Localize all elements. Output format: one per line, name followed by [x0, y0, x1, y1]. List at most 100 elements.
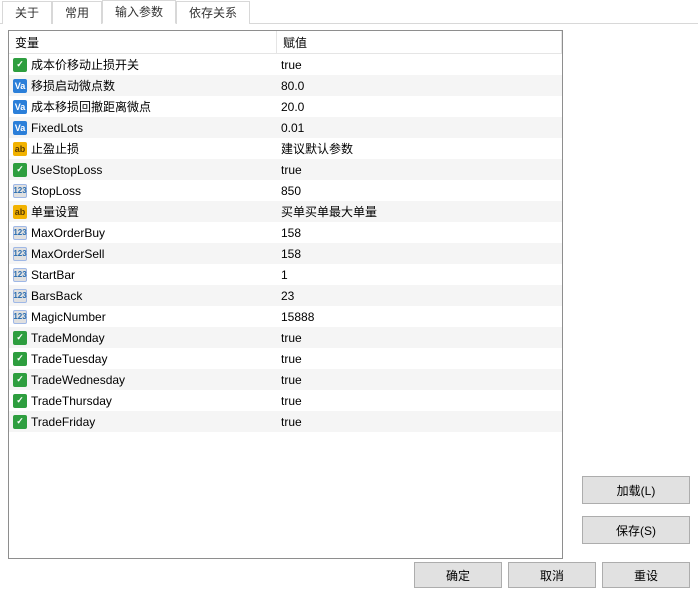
param-value-label: 15888: [281, 310, 314, 324]
table-row[interactable]: ✓TradeFriday true: [9, 411, 562, 432]
param-name-label: StartBar: [31, 268, 75, 282]
param-value-cell[interactable]: 0.01: [277, 117, 562, 138]
param-name-cell: ✓TradeWednesday: [9, 369, 277, 390]
tab-about[interactable]: 关于: [2, 1, 52, 24]
table-row[interactable]: 123MagicNumber15888: [9, 306, 562, 327]
param-value-cell[interactable]: 1: [277, 264, 562, 285]
reset-button[interactable]: 重设: [602, 562, 690, 588]
table-row[interactable]: ✓TradeMondaytrue: [9, 327, 562, 348]
param-name-label: UseStopLoss: [31, 163, 102, 177]
int-type-icon: 123: [13, 226, 27, 240]
param-value-cell[interactable]: 23: [277, 285, 562, 306]
table-row[interactable]: Va 移损启动微点数 80.0: [9, 75, 562, 96]
param-name-cell: ✓ UseStopLoss: [9, 159, 277, 180]
param-value-label: 20.0: [281, 100, 304, 114]
param-value-label: true: [281, 58, 302, 72]
param-name-label: MaxOrderSell: [31, 247, 104, 261]
table-row[interactable]: 123 MaxOrderSell 158: [9, 243, 562, 264]
bool-type-icon: ✓: [13, 394, 27, 408]
param-value-label: 158: [281, 226, 301, 240]
param-name-label: TradeThursday: [31, 394, 112, 408]
side-button-group: 加载(L) 保存(S): [582, 476, 690, 544]
param-name-cell: ✓TradeFriday: [9, 411, 277, 432]
tab-dependencies[interactable]: 依存关系: [176, 1, 250, 24]
param-value-label: true: [281, 352, 302, 366]
param-value-label: true: [281, 415, 302, 429]
header-value[interactable]: 赋值: [277, 31, 562, 53]
param-value-cell[interactable]: 158: [277, 222, 562, 243]
table-row[interactable]: 123MaxOrderBuy158: [9, 222, 562, 243]
tab-inputs[interactable]: 输入参数: [102, 0, 176, 24]
param-value-cell[interactable]: 850: [277, 180, 562, 201]
param-value-cell[interactable]: 158: [277, 243, 562, 264]
param-value-label: 80.0: [281, 79, 304, 93]
tab-common[interactable]: 常用: [52, 1, 102, 24]
param-value-cell[interactable]: true: [277, 159, 562, 180]
param-name-cell: ✓ TradeThursday: [9, 390, 277, 411]
param-name-cell: 123 StartBar: [9, 264, 277, 285]
table-row[interactable]: ✓ UseStopLoss true: [9, 159, 562, 180]
param-name-label: 移损启动微点数: [31, 77, 115, 94]
param-value-label: true: [281, 373, 302, 387]
table-row[interactable]: Va成本移损回撤距离微点 20.0: [9, 96, 562, 117]
str-type-icon: ab: [13, 205, 27, 219]
param-value-label: 158: [281, 247, 301, 261]
table-header: 变量 赋值: [9, 31, 562, 54]
param-name-cell: ✓ 成本价移动止损开关: [9, 54, 277, 75]
bool-type-icon: ✓: [13, 163, 27, 177]
table-row[interactable]: 123StopLoss850: [9, 180, 562, 201]
table-row[interactable]: ab止盈止损建议默认参数: [9, 138, 562, 159]
param-name-cell: ✓TradeMonday: [9, 327, 277, 348]
param-value-cell[interactable]: 20.0: [277, 96, 562, 117]
param-value-label: 23: [281, 289, 294, 303]
dbl-type-icon: Va: [13, 121, 27, 135]
param-value-cell[interactable]: 建议默认参数: [277, 138, 562, 159]
param-name-label: TradeMonday: [31, 331, 105, 345]
int-type-icon: 123: [13, 184, 27, 198]
dbl-type-icon: Va: [13, 79, 27, 93]
param-name-label: BarsBack: [31, 289, 82, 303]
dbl-type-icon: Va: [13, 100, 27, 114]
bool-type-icon: ✓: [13, 58, 27, 72]
ok-button[interactable]: 确定: [414, 562, 502, 588]
param-value-cell[interactable]: true: [277, 390, 562, 411]
param-name-label: FixedLots: [31, 121, 83, 135]
parameters-table: 变量 赋值 ✓ 成本价移动止损开关 true Va 移损启动微点数 80.0 Va成本移损回…: [8, 30, 563, 559]
param-value-label: 1: [281, 268, 288, 282]
param-value-cell[interactable]: true: [277, 369, 562, 390]
tab-strip: 关于 常用 输入参数 依存关系: [0, 0, 698, 24]
param-value-cell[interactable]: 80.0: [277, 75, 562, 96]
load-button[interactable]: 加载(L): [582, 476, 690, 504]
param-name-label: 单量设置: [31, 203, 79, 220]
bottom-button-group: 确定 取消 重设: [414, 562, 690, 588]
param-value-cell[interactable]: true: [277, 411, 562, 432]
param-name-label: 成本价移动止损开关: [31, 56, 139, 73]
table-row[interactable]: 123BarsBack 23: [9, 285, 562, 306]
param-name-cell: ab止盈止损: [9, 138, 277, 159]
table-row[interactable]: ✓TradeWednesday true: [9, 369, 562, 390]
table-row[interactable]: ✓ 成本价移动止损开关 true: [9, 54, 562, 75]
cancel-button[interactable]: 取消: [508, 562, 596, 588]
param-value-cell[interactable]: 买单买单最大单量: [277, 201, 562, 222]
param-name-cell: ✓TradeTuesday: [9, 348, 277, 369]
param-name-cell: Va成本移损回撤距离微点: [9, 96, 277, 117]
table-row[interactable]: ✓TradeTuesday true: [9, 348, 562, 369]
param-value-cell[interactable]: true: [277, 54, 562, 75]
param-value-cell[interactable]: true: [277, 348, 562, 369]
param-name-cell: 123 MaxOrderSell: [9, 243, 277, 264]
table-row[interactable]: Va FixedLots 0.01: [9, 117, 562, 138]
save-button[interactable]: 保存(S): [582, 516, 690, 544]
int-type-icon: 123: [13, 310, 27, 324]
param-name-cell: 123StopLoss: [9, 180, 277, 201]
table-row[interactable]: 123 StartBar 1: [9, 264, 562, 285]
table-row[interactable]: ab 单量设置 买单买单最大单量: [9, 201, 562, 222]
header-variable[interactable]: 变量: [9, 31, 277, 53]
param-name-cell: 123BarsBack: [9, 285, 277, 306]
param-name-label: TradeWednesday: [31, 373, 125, 387]
param-value-label: 买单买单最大单量: [281, 203, 377, 220]
int-type-icon: 123: [13, 247, 27, 261]
int-type-icon: 123: [13, 268, 27, 282]
param-value-cell[interactable]: 15888: [277, 306, 562, 327]
table-row[interactable]: ✓ TradeThursday true: [9, 390, 562, 411]
param-value-cell[interactable]: true: [277, 327, 562, 348]
